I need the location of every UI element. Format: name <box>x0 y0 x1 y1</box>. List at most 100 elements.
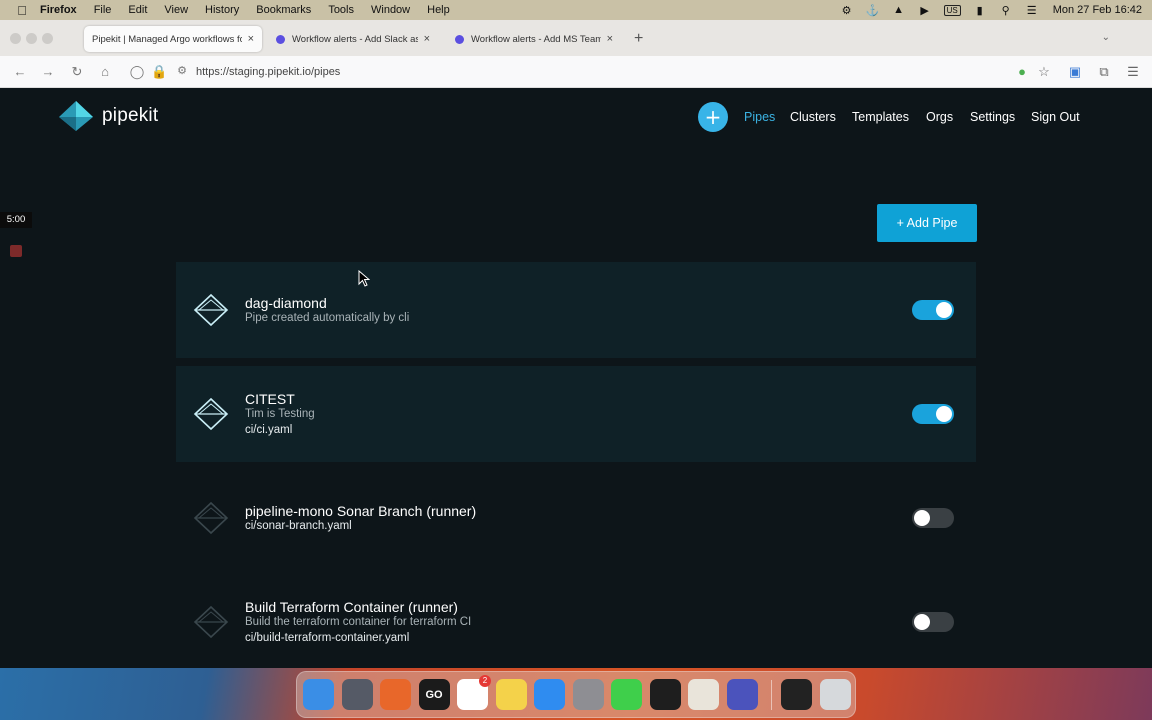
pipe-row-sonar-branch[interactable]: pipeline-mono Sonar Branch (runner) ci/s… <box>176 470 976 566</box>
close-window-icon[interactable] <box>10 33 21 44</box>
menu-clock[interactable]: Mon 27 Feb 16:42 <box>1053 4 1142 16</box>
apple-menu-icon[interactable]:  <box>14 3 30 18</box>
finder-icon[interactable] <box>303 679 334 710</box>
extension-status-icon[interactable]: ● <box>1014 64 1030 79</box>
menu-bookmarks[interactable]: Bookmarks <box>256 4 311 16</box>
pocket-icon[interactable]: ▣ <box>1067 64 1083 80</box>
menu-edit[interactable]: Edit <box>128 4 147 16</box>
keychain-icon[interactable] <box>688 679 719 710</box>
activity-monitor-icon[interactable] <box>781 679 812 710</box>
search-icon[interactable]: ⚲ <box>999 4 1013 17</box>
nav-templates[interactable]: Templates <box>852 110 909 124</box>
pipe-name[interactable]: Build Terraform Container (runner) <box>245 599 458 615</box>
close-tab-icon[interactable]: × <box>424 33 430 45</box>
pipekit-logo[interactable]: pipekit <box>58 100 158 132</box>
pipe-row-citest[interactable]: CITEST Tim is Testing ci/ci.yaml <box>176 366 976 462</box>
nav-settings[interactable]: Settings <box>970 110 1015 124</box>
nav-pipes[interactable]: Pipes <box>744 110 775 124</box>
quick-add-button[interactable]: + <box>698 102 728 132</box>
home-icon[interactable]: ⌂ <box>97 64 113 79</box>
pipekit-logo-icon <box>59 101 93 131</box>
pipe-enabled-toggle[interactable] <box>912 612 954 632</box>
pipe-description: Build the terraform container for terraf… <box>245 616 472 628</box>
gear-status-icon[interactable]: ⚙ <box>840 4 854 17</box>
vpn-icon[interactable]: ▲ <box>892 4 906 16</box>
menu-file[interactable]: File <box>94 4 112 16</box>
close-tab-icon[interactable]: × <box>607 33 613 45</box>
battery-icon[interactable]: ▮ <box>973 4 987 17</box>
trash-icon[interactable] <box>819 679 851 710</box>
tab-favicon-icon <box>276 34 285 44</box>
extensions-icon[interactable]: ⧉ <box>1096 64 1112 80</box>
browser-tab-strip: Pipekit | Managed Argo workflows fo × Wo… <box>0 20 1152 56</box>
pipe-file: ci/sonar-branch.yaml <box>245 520 352 532</box>
hamburger-menu-icon[interactable]: ☰ <box>1125 64 1141 80</box>
pipekit-page: pipekit + Pipes Clusters Templates Orgs … <box>0 88 1152 668</box>
play-icon[interactable]: ▶ <box>918 4 932 17</box>
menu-tools[interactable]: Tools <box>328 4 354 16</box>
terminal-icon[interactable] <box>649 679 681 710</box>
url-address-field[interactable] <box>196 64 796 80</box>
add-pipe-button[interactable]: + Add Pipe <box>877 204 977 242</box>
permissions-icon[interactable]: ⚙ <box>174 64 190 77</box>
app-store-icon[interactable] <box>534 679 565 710</box>
slack-icon[interactable]: 2 <box>457 675 491 710</box>
nav-sign-out[interactable]: Sign Out <box>1031 110 1080 124</box>
pipe-row-dag-diamond[interactable]: dag-diamond Pipe created automatically b… <box>176 262 976 358</box>
messages-icon[interactable] <box>611 679 642 710</box>
minimize-window-icon[interactable] <box>26 33 37 44</box>
menu-view[interactable]: View <box>164 4 188 16</box>
docker-icon[interactable]: ⚓ <box>866 4 880 17</box>
bookmark-star-icon[interactable]: ☆ <box>1036 64 1052 80</box>
shield-icon[interactable]: ◯ <box>129 64 145 80</box>
pipe-enabled-toggle[interactable] <box>912 404 954 424</box>
menu-help[interactable]: Help <box>427 4 450 16</box>
goland-icon[interactable]: GO <box>418 679 450 710</box>
pipe-name[interactable]: pipeline-mono Sonar Branch (runner) <box>245 503 476 519</box>
back-arrow-icon[interactable]: ← <box>12 64 28 79</box>
browser-tab-slack-alerts[interactable]: Workflow alerts - Add Slack as a × <box>268 26 438 52</box>
nav-orgs[interactable]: Orgs <box>926 110 953 124</box>
system-settings-icon[interactable] <box>572 679 604 710</box>
new-tab-plus-icon[interactable]: + <box>634 30 643 48</box>
list-tabs-chevron-icon[interactable]: ⌄ <box>1102 32 1110 43</box>
pipe-diamond-icon <box>193 397 229 431</box>
menu-app-firefox[interactable]: Firefox <box>40 4 77 16</box>
teams-icon[interactable] <box>726 679 758 710</box>
zoom-window-icon[interactable] <box>42 33 53 44</box>
pipe-row-build-terraform[interactable]: Build Terraform Container (runner) Build… <box>176 574 976 668</box>
menu-history[interactable]: History <box>205 4 239 16</box>
pipe-diamond-icon <box>193 501 229 535</box>
reload-icon[interactable]: ↻ <box>69 64 85 80</box>
notification-badge: 2 <box>479 675 491 687</box>
dock-app-glyph: GO <box>425 688 443 701</box>
notes-icon[interactable] <box>495 679 527 710</box>
tab-title: Workflow alerts - Add Slack as a <box>292 33 418 45</box>
pipe-diamond-icon <box>193 605 229 639</box>
toggle-knob <box>936 406 952 422</box>
firefox-icon[interactable] <box>380 679 411 710</box>
macos-menu-bar:  Firefox File Edit View History Bookmar… <box>0 0 1152 20</box>
recording-timer: 5:00 <box>0 212 32 228</box>
browser-tab-pipekit[interactable]: Pipekit | Managed Argo workflows fo × <box>84 26 262 52</box>
macos-dock: GO 2 <box>296 671 856 718</box>
pipe-description: Pipe created automatically by cli <box>245 312 410 324</box>
tab-favicon-icon <box>455 34 464 44</box>
dock-separator <box>771 679 772 710</box>
pipe-name[interactable]: CITEST <box>245 391 295 407</box>
pipe-file: ci/build-terraform-container.yaml <box>245 632 410 644</box>
pipe-description: Tim is Testing <box>245 408 315 420</box>
nav-clusters[interactable]: Clusters <box>790 110 836 124</box>
launchpad-icon[interactable] <box>341 679 373 710</box>
control-center-icon[interactable]: ☰ <box>1025 4 1039 17</box>
menu-window[interactable]: Window <box>371 4 410 16</box>
pipe-enabled-toggle[interactable] <box>912 508 954 528</box>
pipe-name[interactable]: dag-diamond <box>245 295 327 311</box>
close-tab-icon[interactable]: × <box>248 33 254 45</box>
forward-arrow-icon[interactable]: → <box>40 64 56 79</box>
browser-tab-teams-alerts[interactable]: Workflow alerts - Add MS Teams × <box>447 26 621 52</box>
stop-recording-icon[interactable] <box>10 245 22 257</box>
lock-icon[interactable]: 🔒 <box>151 64 167 80</box>
pipe-enabled-toggle[interactable] <box>912 300 954 320</box>
input-source-indicator[interactable]: US <box>943 4 961 16</box>
